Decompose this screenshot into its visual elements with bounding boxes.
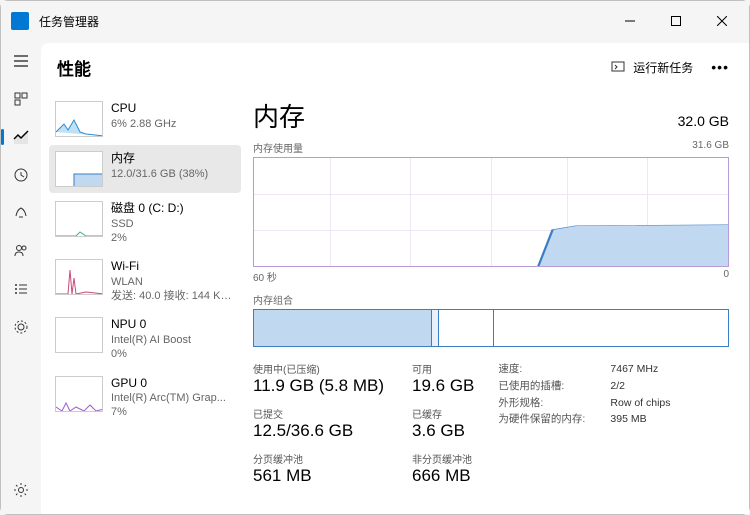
run-task-icon bbox=[611, 59, 627, 75]
sidebar-item-disk[interactable]: 磁盘 0 (C: D:)SSD2% bbox=[49, 195, 241, 251]
performance-icon[interactable] bbox=[11, 127, 31, 147]
memory-composition-bar bbox=[253, 309, 729, 347]
seg-in-use bbox=[254, 310, 432, 346]
usage-chart-max: 31.6 GB bbox=[692, 140, 729, 155]
startup-icon[interactable] bbox=[11, 203, 31, 223]
run-task-label: 运行新任务 bbox=[633, 59, 693, 76]
memory-total: 32.0 GB bbox=[678, 113, 729, 129]
services-icon[interactable] bbox=[11, 317, 31, 337]
seg-free bbox=[494, 310, 728, 346]
stat-nonpaged: 非分页缓冲池 666 MB bbox=[412, 451, 474, 486]
wifi-thumb bbox=[55, 259, 103, 295]
composition-label: 内存组合 bbox=[253, 292, 729, 307]
stat-paged: 分页缓冲池 561 MB bbox=[253, 451, 384, 486]
processes-icon[interactable] bbox=[11, 89, 31, 109]
sidebar-item-memory[interactable]: 内存12.0/31.6 GB (38%) bbox=[49, 145, 241, 193]
details-icon[interactable] bbox=[11, 279, 31, 299]
resource-sidebar: CPU6% 2.88 GHz 内存12.0/31.6 GB (38%) 磁盘 0… bbox=[41, 91, 241, 514]
sidebar-item-cpu[interactable]: CPU6% 2.88 GHz bbox=[49, 95, 241, 143]
gpu-thumb bbox=[55, 376, 103, 412]
window-controls bbox=[607, 6, 745, 36]
stat-available: 可用 19.6 GB bbox=[412, 361, 474, 396]
axis-right-label: 0 bbox=[723, 269, 729, 284]
app-icon bbox=[11, 12, 29, 30]
usage-chart-label: 内存使用量 bbox=[253, 140, 303, 155]
window-title: 任务管理器 bbox=[39, 13, 99, 30]
users-icon[interactable] bbox=[11, 241, 31, 261]
seg-standby bbox=[439, 310, 494, 346]
memory-usage-chart bbox=[253, 157, 729, 267]
stat-in-use: 使用中(已压缩) 11.9 GB (5.8 MB) bbox=[253, 361, 384, 396]
more-options-button[interactable]: ••• bbox=[707, 59, 733, 75]
title-bar: 任务管理器 bbox=[1, 1, 749, 41]
memory-thumb bbox=[55, 151, 103, 187]
navigation-rail bbox=[1, 41, 41, 514]
minimize-button[interactable] bbox=[607, 6, 653, 36]
hamburger-icon[interactable] bbox=[11, 51, 31, 71]
spec-table: 速度:7467 MHz 已使用的插槽:2/2 外形规格:Row of chips… bbox=[498, 361, 670, 486]
page-header: 性能 运行新任务 ••• bbox=[41, 43, 749, 91]
history-icon[interactable] bbox=[11, 165, 31, 185]
page-title: 性能 bbox=[57, 55, 91, 80]
cpu-thumb bbox=[55, 101, 103, 137]
npu-thumb bbox=[55, 317, 103, 353]
axis-left-label: 60 秒 bbox=[253, 269, 277, 284]
detail-title: 内存 bbox=[253, 97, 305, 134]
disk-thumb bbox=[55, 201, 103, 237]
run-new-task-button[interactable]: 运行新任务 bbox=[611, 59, 693, 76]
stat-committed: 已提交 12.5/36.6 GB bbox=[253, 406, 384, 441]
settings-icon[interactable] bbox=[11, 480, 31, 500]
stat-cached: 已缓存 3.6 GB bbox=[412, 406, 474, 441]
sidebar-item-wifi[interactable]: Wi-FiWLAN发送: 40.0 接收: 144 Kbps bbox=[49, 253, 241, 309]
seg-modified bbox=[432, 310, 439, 346]
sidebar-item-gpu[interactable]: GPU 0Intel(R) Arc(TM) Grap...7% bbox=[49, 370, 241, 426]
maximize-button[interactable] bbox=[653, 6, 699, 36]
close-button[interactable] bbox=[699, 6, 745, 36]
detail-panel: 内存 32.0 GB 内存使用量 31.6 GB 60 秒 bbox=[241, 91, 749, 514]
sidebar-item-npu[interactable]: NPU 0Intel(R) AI Boost0% bbox=[49, 311, 241, 367]
